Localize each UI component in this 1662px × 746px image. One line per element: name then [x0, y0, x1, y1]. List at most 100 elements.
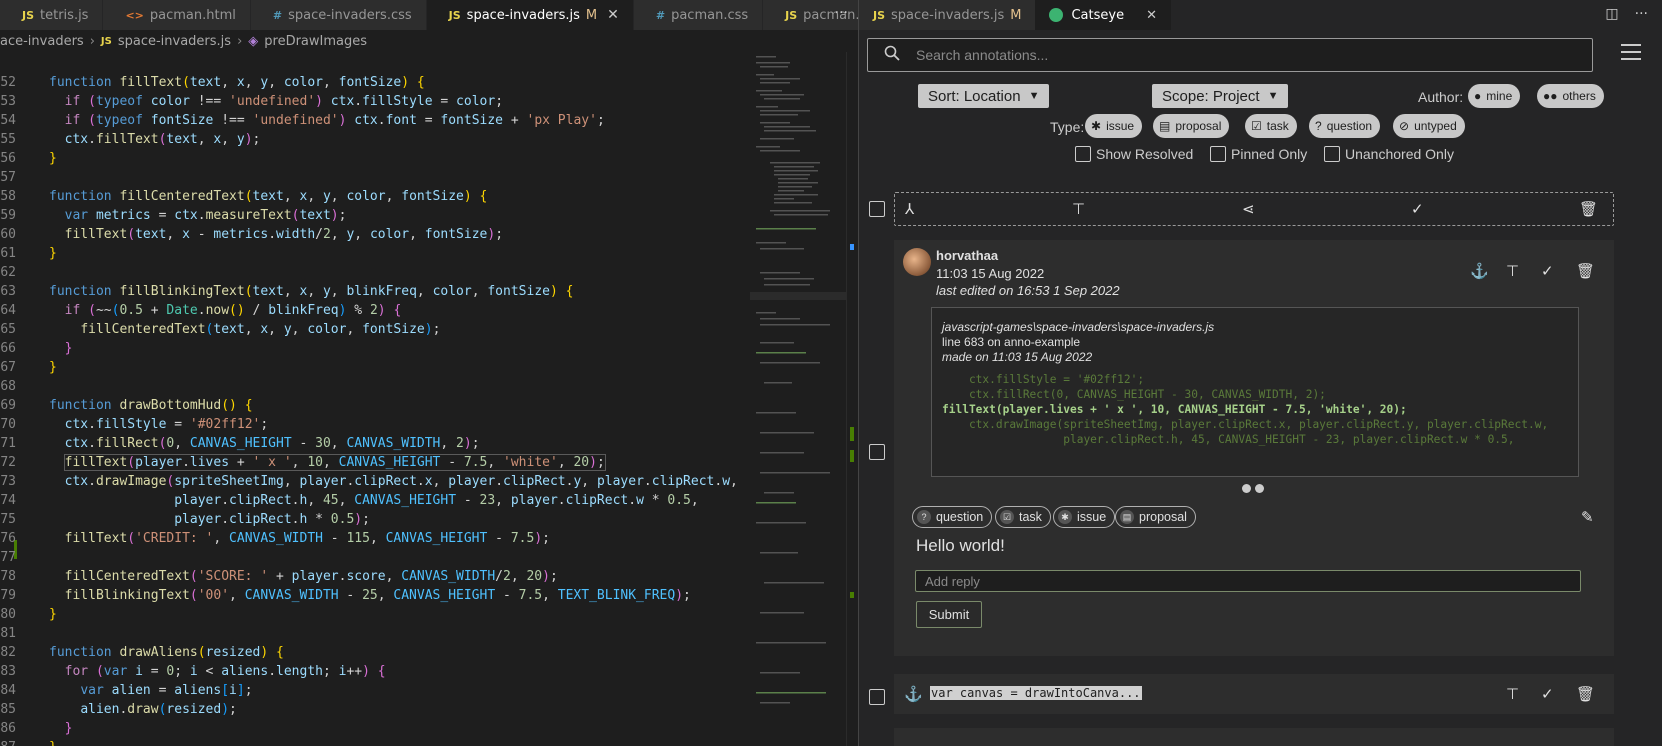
trash-icon[interactable]: 🗑 — [1576, 262, 1595, 280]
minimap[interactable] — [750, 52, 846, 746]
breadcrumb-symbol[interactable]: preDrawImages — [264, 34, 367, 49]
annotation-card-collapsed[interactable] — [894, 728, 1614, 746]
more-actions-icon[interactable]: ··· — [835, 5, 848, 21]
chip-label: mine — [1486, 89, 1513, 103]
type-label: Type: — [1050, 119, 1085, 135]
show-resolved-checkbox[interactable]: Show Resolved — [1075, 146, 1193, 162]
code-line: 81 — [0, 624, 740, 643]
bug-icon: ✱ — [1058, 510, 1072, 524]
resolve-check-icon[interactable]: ✓ — [1541, 262, 1554, 280]
code-line: 70 ctx.fillStyle = '#02ff12'; — [0, 417, 269, 432]
edit-pencil-icon[interactable]: ✎ — [1581, 508, 1594, 526]
pin-icon[interactable]: ⊤ — [1506, 685, 1519, 703]
code-editor[interactable]: JS tetris.js <> pacman.html # space-invader… — [0, 0, 858, 746]
trash-icon[interactable]: 🗑 — [1576, 685, 1595, 703]
annotation-select-checkbox[interactable] — [869, 444, 885, 460]
untyped-icon: ⊘ — [1399, 119, 1410, 133]
split-editor-icon[interactable]: ◫ — [1605, 6, 1618, 22]
line-number: 81 — [0, 626, 16, 641]
type-question-chip[interactable]: ? question — [1309, 114, 1381, 138]
line-number: 87 — [0, 738, 16, 746]
snippet-pagination-dots[interactable] — [1242, 484, 1264, 493]
line-number: 79 — [0, 588, 16, 603]
hamburger-menu-icon[interactable] — [1621, 44, 1641, 60]
submit-button[interactable]: Submit — [916, 601, 982, 628]
checkbox[interactable] — [1075, 146, 1091, 162]
breadcrumb-file[interactable]: space-invaders.js — [118, 34, 231, 49]
type-untyped-chip[interactable]: ⊘ untyped — [1393, 114, 1465, 138]
search-icon — [868, 45, 916, 66]
code-line: 58 function fillCenteredText(text, x, y, … — [0, 189, 488, 204]
resolve-check-icon[interactable]: ✓ — [1411, 200, 1424, 218]
tag-task[interactable]: ☑ task — [995, 506, 1051, 528]
type-task-chip[interactable]: ☑ task — [1245, 114, 1297, 138]
line-number: 62 — [0, 265, 16, 280]
anchor-icon[interactable]: ⚓ — [1470, 262, 1489, 280]
pin-icon[interactable]: ⊤ — [1072, 200, 1085, 218]
annotation-card-collapsed[interactable]: ⚓ var canvas = drawIntoCanva... ⊤ ✓ 🗑 — [894, 674, 1614, 714]
anchor-snippet[interactable]: javascript-games\space-invaders\space-in… — [931, 307, 1579, 477]
anchor-code-preview[interactable]: var canvas = drawIntoCanva... — [930, 686, 1142, 700]
code-line: 65 fillCenteredText(text, x, y, color, f… — [0, 322, 441, 337]
line-number: 53 — [0, 94, 16, 109]
line-number: 78 — [0, 569, 16, 584]
type-issue-chip[interactable]: ✱ issue — [1085, 114, 1143, 138]
checkbox[interactable] — [1324, 146, 1340, 162]
tab-tetris-js[interactable]: JS tetris.js — [0, 0, 104, 30]
code-line: 67} — [0, 360, 57, 375]
line-number: 75 — [0, 512, 16, 527]
resolve-check-icon[interactable]: ✓ — [1541, 685, 1554, 703]
anchor-icon[interactable]: ⚓ — [904, 685, 923, 703]
more-actions-icon[interactable]: ··· — [1635, 6, 1648, 22]
breadcrumb-folder[interactable]: ace-invaders — [0, 34, 84, 49]
tag-proposal[interactable]: ▤ proposal — [1115, 506, 1196, 528]
snippet-line-anchored: fillText(player.lives + ' x ', 10, CANVA… — [942, 403, 1407, 416]
code-line: 75 player.clipRect.h * 0.5); — [0, 512, 370, 527]
scope-dropdown[interactable]: Scope: Project ▼ — [1152, 84, 1289, 108]
code-line: 78 fillCenteredText('SCORE: ' + player.s… — [0, 569, 558, 584]
tag-issue[interactable]: ✱ issue — [1053, 506, 1116, 528]
chip-label: others — [1562, 89, 1596, 103]
scope-label: Scope: Project — [1162, 87, 1260, 105]
code-view[interactable]: 52 function fillText(text, x, y, color, f… — [0, 73, 740, 746]
panel-tab-bar: JS space-invaders.js M Catseye ✕ — [859, 0, 1662, 30]
pinned-only-checkbox[interactable]: Pinned Only — [1210, 146, 1307, 162]
search-input[interactable] — [916, 47, 1536, 63]
sort-dropdown[interactable]: Sort: Location ▼ — [918, 84, 1050, 108]
tab-catseye[interactable]: Catseye ✕ — [1035, 0, 1171, 30]
tab-pacman-html[interactable]: <> pacman.html — [103, 0, 251, 30]
js-file-icon: JS — [873, 8, 886, 22]
pin-icon[interactable]: ⊤ — [1506, 262, 1519, 280]
reply-input[interactable]: Add reply — [915, 570, 1581, 592]
code-line: 59 var metrics = ctx.measureText(text); — [0, 208, 347, 223]
select-all-checkbox[interactable] — [869, 201, 885, 217]
vertical-scrollbar[interactable] — [846, 52, 858, 746]
bulk-actions-bar: ⅄ ⊤ ⋖ ✓ 🗑 — [894, 192, 1614, 226]
code-line: 73 ctx.drawImage(spriteSheetImg, player.… — [0, 474, 738, 489]
unanchored-only-checkbox[interactable]: Unanchored Only — [1324, 146, 1454, 162]
tab-space-invaders-js[interactable]: JS space-invaders.js M — [859, 0, 1036, 30]
merge-icon[interactable]: ⅄ — [905, 200, 914, 218]
chevron-down-icon: ▼ — [1267, 90, 1279, 102]
tag-question[interactable]: ? question — [912, 506, 993, 528]
line-number: 58 — [0, 189, 16, 204]
people-icon: ●● — [1543, 89, 1558, 103]
checkbox[interactable] — [1210, 146, 1226, 162]
tab-space-invaders-css[interactable]: # space-invaders.css — [250, 0, 427, 30]
share-icon[interactable]: ⋖ — [1242, 200, 1255, 218]
line-number: 77 — [0, 550, 16, 565]
code-line: 86 } — [0, 721, 73, 736]
snippet-line: ctx.fillStyle = '#02ff12'; — [942, 373, 1145, 386]
tab-pacman-css[interactable]: # pacman.css — [633, 0, 764, 30]
close-icon[interactable]: ✕ — [1146, 8, 1157, 23]
type-proposal-chip[interactable]: ▤ proposal — [1153, 114, 1230, 138]
line-number: 74 — [0, 493, 16, 508]
search-box[interactable] — [867, 38, 1593, 72]
trash-icon[interactable]: 🗑 — [1579, 200, 1598, 218]
close-icon[interactable]: ✕ — [607, 7, 619, 23]
tab-space-invaders-js[interactable]: JS space-invaders.js M ✕ — [426, 0, 634, 30]
annotation-select-checkbox[interactable] — [869, 689, 885, 705]
line-number: 54 — [0, 113, 16, 128]
author-mine-chip[interactable]: ● mine — [1468, 84, 1521, 108]
author-others-chip[interactable]: ●● others — [1537, 84, 1604, 108]
